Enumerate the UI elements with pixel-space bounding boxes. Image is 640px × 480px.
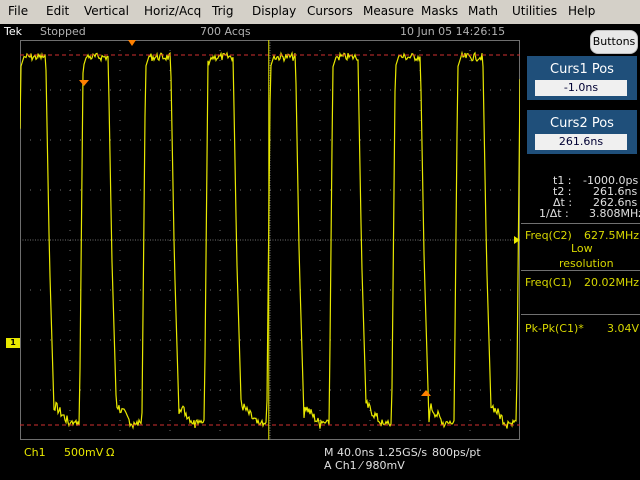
freq-c2-label: Freq(C2) [525,229,572,242]
divider [521,270,640,271]
pkpk-c1-row[interactable]: Pk-Pk(C1)* 3.04V [525,322,639,336]
acq-count: 700 Acqs [200,25,251,38]
menu-help[interactable]: Help [568,4,595,18]
cursor1-marker-icon [79,80,89,86]
acq-state: Stopped [40,25,86,38]
channel-label[interactable]: Ch1 [24,446,46,459]
timebase[interactable]: M 40.0ns 1.25GS/s [324,446,427,459]
menu-masks[interactable]: Masks [421,4,458,18]
menu-utilities[interactable]: Utilities [512,4,557,18]
inv-dt-label: 1/Δt : [539,207,569,220]
ch1-ground-marker-icon[interactable]: 1 [6,338,20,348]
status-bar: Tek Stopped 700 Acqs 10 Jun 05 14:26:15 [0,24,640,40]
cursor2-marker-icon [421,390,431,396]
buttons-button[interactable]: Buttons [590,30,638,54]
coupling-icon: Ω [106,446,115,459]
divider [521,223,640,224]
freq-c2-value: 627.5MHz [583,229,639,242]
menu-trig[interactable]: Trig [212,4,233,18]
trigger-info[interactable]: A Ch1 ⁄ 980mV [324,459,405,472]
freq-c2-row[interactable]: Freq(C2) 627.5MHz [525,229,639,243]
curs2-pos-box[interactable]: Curs2 Pos 261.6ns [527,110,637,154]
curs1-pos-box[interactable]: Curs1 Pos -1.0ns [527,56,637,100]
freq-c1-row[interactable]: Freq(C1) 20.02MHz [525,276,639,290]
pkpk-c1-label: Pk-Pk(C1)* [525,322,584,335]
menu-measure[interactable]: Measure [363,4,414,18]
graticule-svg [20,40,520,440]
bottom-bar: Ch1 500mV Ω M 40.0ns 1.25GS/s 800ps/pt A… [0,441,640,480]
menu-cursors[interactable]: Cursors [307,4,353,18]
menu-file[interactable]: File [8,4,28,18]
freq-c2-note2: resolution [559,257,614,270]
right-panel: Curs1 Pos -1.0ns Curs2 Pos 261.6ns t1 : … [521,56,640,440]
curs1-value[interactable]: -1.0ns [535,80,627,96]
date-time: 10 Jun 05 14:26:15 [400,25,506,38]
menu-bar: File Edit Vertical Horiz/Acq Trig Displa… [0,0,640,25]
menu-edit[interactable]: Edit [46,4,69,18]
curs2-title: Curs2 Pos [550,116,614,131]
waveform-graticule[interactable] [20,40,520,440]
freq-c1-label: Freq(C1) [525,276,572,289]
freq-c1-value: 20.02MHz [583,276,639,289]
menu-vertical[interactable]: Vertical [84,4,129,18]
divider [521,314,640,315]
menu-display[interactable]: Display [252,4,296,18]
curs2-value[interactable]: 261.6ns [535,134,627,150]
freq-c2-note1: Low [571,242,593,255]
trigger-position-icon [128,40,136,46]
pkpk-c1-value: 3.04V [606,322,639,335]
menu-math[interactable]: Math [468,4,498,18]
volts-per-div[interactable]: 500mV [64,446,103,459]
inv-dt-value: 3.808MHz [589,207,640,220]
record-resolution: 800ps/pt [432,446,481,459]
brand-label: Tek [4,25,22,38]
curs1-title: Curs1 Pos [550,62,614,77]
menu-horiz-acq[interactable]: Horiz/Acq [144,4,201,18]
